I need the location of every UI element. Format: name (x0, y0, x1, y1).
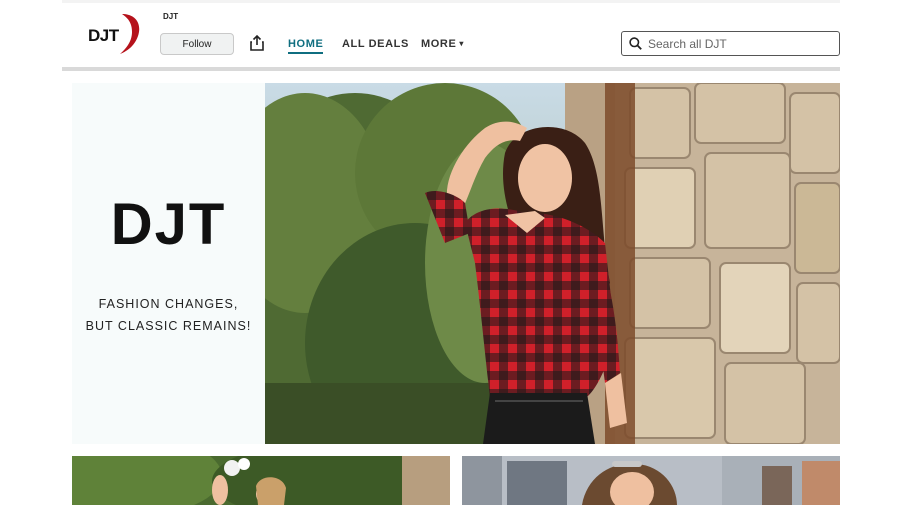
store-header: DJT DJT Follow HOME ALL DEALS MORE ▾ (62, 0, 840, 72)
nav-more[interactable]: MORE ▾ (421, 38, 464, 50)
promo-tile-right[interactable] (462, 456, 840, 505)
hero-tagline-line1: FASHION CHANGES, (98, 297, 239, 311)
hero-banner-image[interactable] (265, 83, 840, 444)
nav-more-label: MORE (421, 38, 457, 50)
search-box[interactable] (621, 31, 840, 56)
header-divider (62, 67, 840, 71)
logo-text: DJT (88, 26, 119, 45)
promo-tile-left[interactable] (72, 456, 450, 505)
brand-name[interactable]: DJT (163, 12, 178, 21)
search-icon (629, 37, 642, 50)
hero-text-panel: DJT FASHION CHANGES, BUT CLASSIC REMAINS… (72, 83, 265, 444)
hero-tagline-line2: BUT CLASSIC REMAINS! (85, 319, 252, 333)
brand-logo[interactable]: DJT (86, 10, 142, 56)
follow-button[interactable]: Follow (160, 33, 234, 55)
share-icon[interactable] (248, 34, 266, 52)
caret-down-icon: ▾ (459, 39, 465, 48)
nav-all-deals[interactable]: ALL DEALS (342, 38, 409, 50)
hero-title: DJT (110, 192, 227, 257)
nav-home[interactable]: HOME (288, 38, 324, 54)
search-input[interactable] (648, 34, 833, 53)
